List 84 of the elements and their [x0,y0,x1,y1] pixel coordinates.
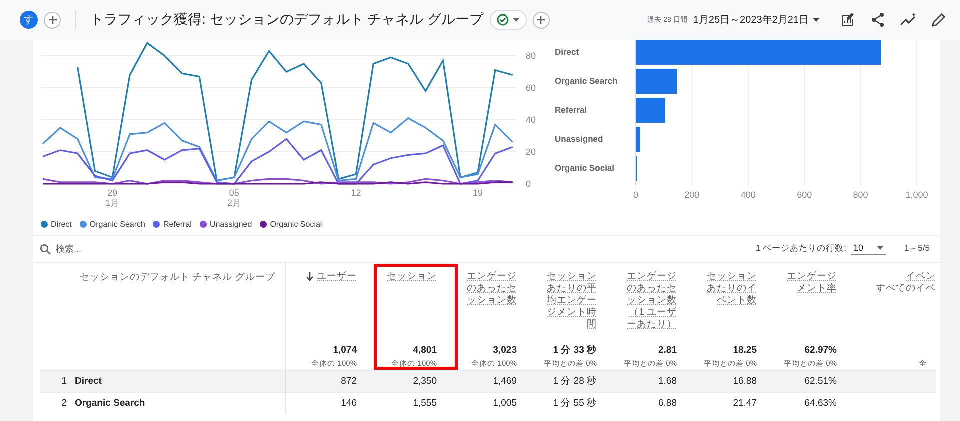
legend-item: Organic Social [270,220,322,228]
category-label: Direct [555,47,580,57]
axis-label: 1,000 [906,190,928,200]
search-field[interactable]: 検索... [40,244,240,254]
caret-icon [877,246,884,250]
axis-label: 600 [797,190,812,200]
total-value: 62.97% [804,344,837,358]
legend-item: Unassigned [210,220,252,228]
share-icon[interactable] [870,12,886,28]
legend-item: Direct [51,220,72,228]
total-value: 1 分 33 秒 [553,344,597,358]
table-cell: 1,555 [413,398,437,408]
column-header[interactable]: イベン [906,271,936,283]
axis-label: 12 [351,188,362,198]
date-range-dropdown[interactable]: 1月25日～2023年2月21日 [693,13,826,27]
page-range: 1～5/5 [904,243,930,255]
table-cell: 1.68 [658,376,677,386]
table-cell: 146 [341,398,357,408]
axis-label: 400 [740,190,756,200]
column-header[interactable]: セッション [387,271,437,283]
rows-per-page-dropdown[interactable]: 10 [851,243,886,255]
check-circle-icon [496,14,509,26]
caret-icon [512,18,520,22]
bar [636,69,678,94]
avatar[interactable]: す [20,11,38,29]
axis-label: 0 [526,179,532,189]
edit-chart-icon[interactable] [840,12,856,28]
add-icon[interactable] [44,12,61,28]
legend-item: Organic Search [90,220,146,228]
axis-label: 80 [526,51,536,61]
total-value: 4,801 [413,344,437,358]
table-cell: 1 分 28 秒 [553,374,597,388]
axis-label: 20 [526,147,536,157]
rows-per-page-label: 1 ページあたりの行数: [756,243,846,255]
column-subheader: すべてのイベ [876,283,936,295]
down-arrow-icon[interactable] [306,272,314,282]
axis-label: 05 2月 [227,188,242,208]
axis-label: 29 1月 [106,188,120,208]
category-label: Referral [555,105,588,115]
table-cell: 1,469 [493,376,517,386]
column-header[interactable]: ユーザー [317,271,357,283]
legend-item: Referral [163,220,192,228]
bar [636,127,640,152]
dimension-header[interactable]: セッションのデフォルト チャネル グループ [80,271,276,284]
table-cell: Organic Search [75,398,146,408]
table-cell: 1 分 55 秒 [553,396,597,410]
axis-label: 800 [853,190,868,200]
insights-icon[interactable] [900,12,918,28]
axis-label: 60 [526,83,536,93]
axis-label: 200 [684,190,700,200]
column-header[interactable]: エンゲージメント率 [787,271,837,295]
report-title: トラフィック獲得: セッションのデフォルト チャネル グループ [90,11,484,29]
category-label: Organic Search [555,76,618,86]
add-icon[interactable] [532,12,550,28]
total-value: 2.81 [658,344,677,358]
bar [636,98,666,123]
axis-label: 0 [634,190,638,200]
category-label: Unassigned [555,134,604,144]
table-cell: Direct [75,376,102,386]
search-icon [40,244,51,254]
table-cell: 1,005 [493,398,517,408]
table-cell: 64.63% [804,398,837,408]
table-cell: 872 [341,376,357,386]
column-header[interactable]: セッションあたりの平均エンゲージメント時間 [547,271,597,331]
table-cell: 2,350 [413,376,437,386]
category-label: Organic Social [555,163,615,173]
row-number: 1 [62,376,67,386]
column-header[interactable]: セッションあたりのイベント数 [707,271,757,307]
table-cell: 62.51% [804,376,837,386]
caret-icon [813,18,820,22]
total-value: 3,023 [493,344,517,358]
axis-label: 40 [526,115,536,125]
table-cell: 16.88 [733,376,757,386]
row-number: 2 [62,398,67,408]
total-value: 18.25 [733,344,757,358]
total-value: 1,074 [333,344,357,358]
table-cell: 21.47 [733,398,757,408]
table-cell: 6.88 [658,398,677,408]
table-row[interactable] [40,370,936,392]
status-dropdown[interactable] [490,10,527,30]
column-header[interactable]: エンゲージのあったセッション数（1 ユーザーあたり） [627,271,677,331]
pencil-icon[interactable] [932,13,946,27]
axis-label: 19 [473,188,483,198]
column-header[interactable]: エンゲージのあったセッション数 [467,271,517,307]
